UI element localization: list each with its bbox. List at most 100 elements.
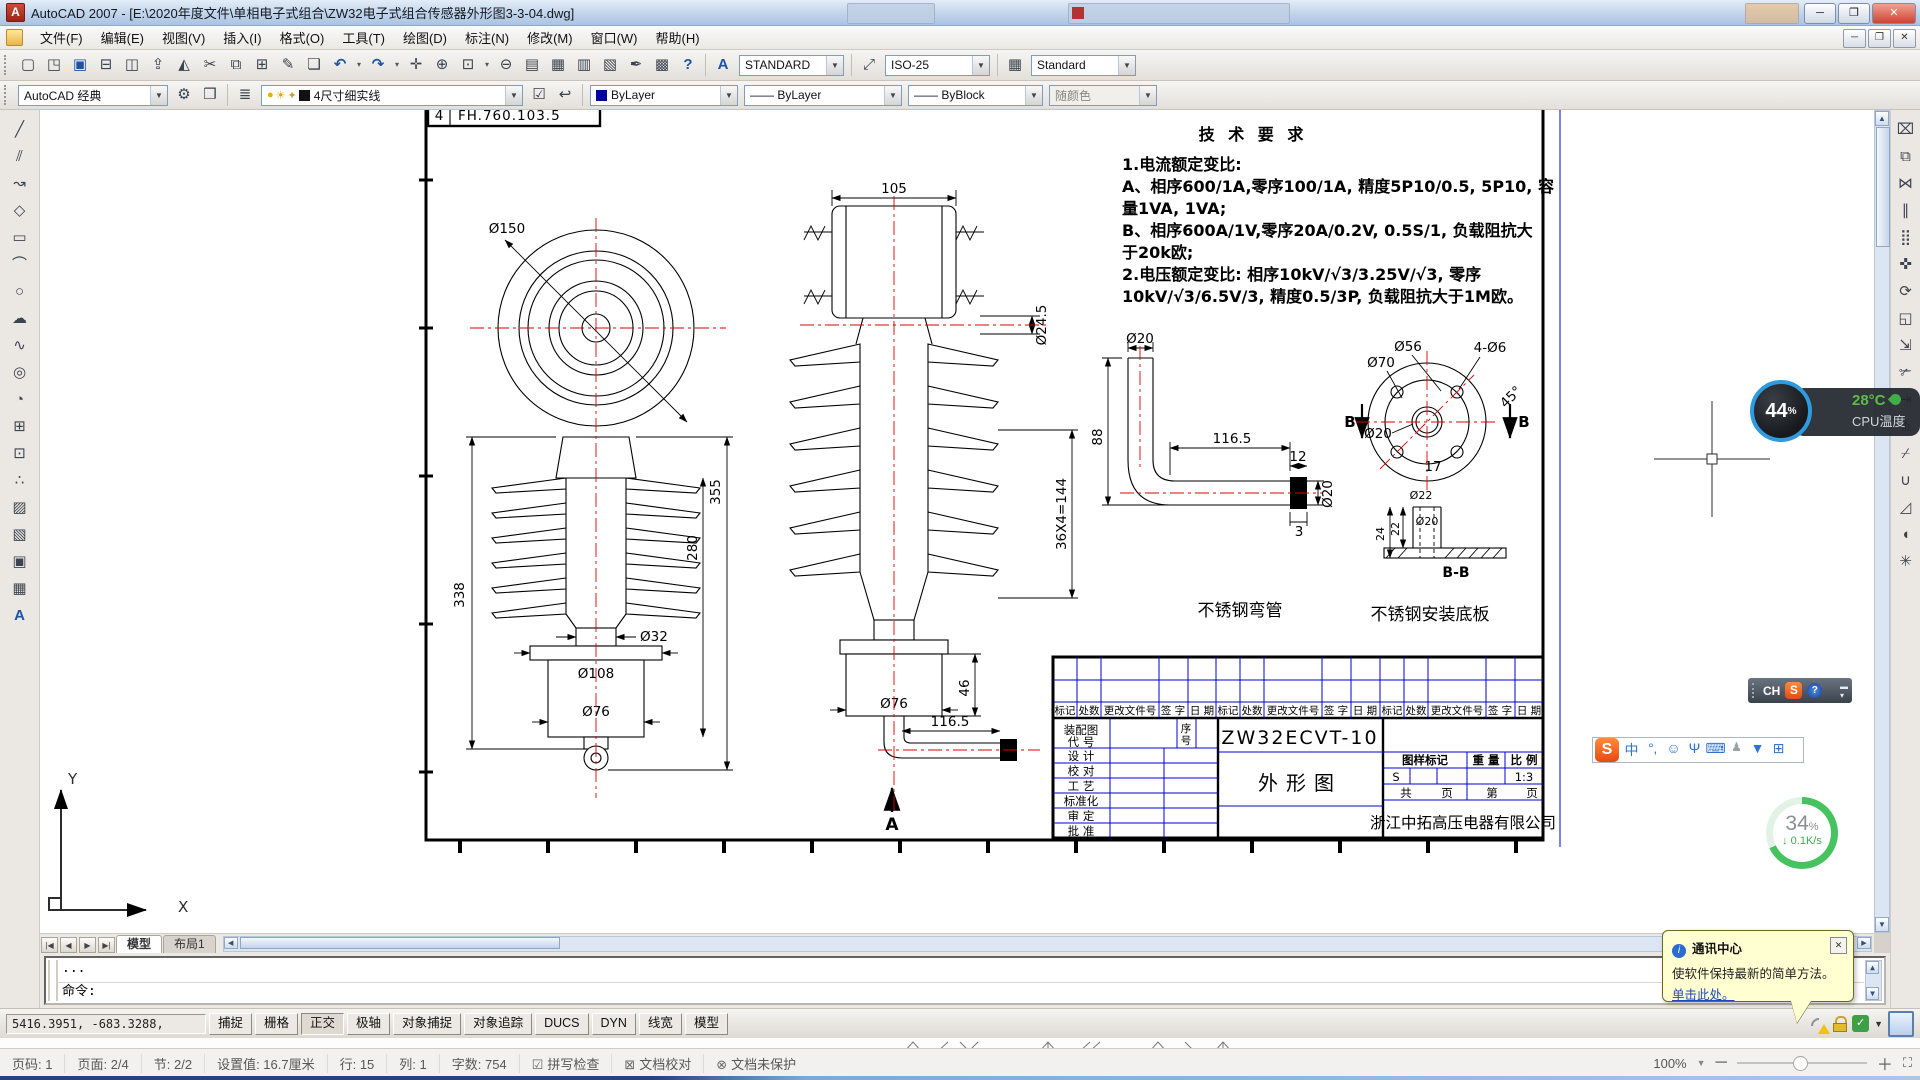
menu-item[interactable]: 修改(M) — [518, 25, 582, 50]
construction-line-icon[interactable]: ⫽ — [6, 143, 34, 170]
balloon-close-button[interactable]: ✕ — [1830, 937, 1847, 954]
chevron-down-icon[interactable]: ▼ — [720, 86, 737, 105]
layer-on-icon[interactable]: ● — [267, 89, 274, 101]
snap-toggle[interactable]: 捕捉 — [209, 1013, 252, 1035]
ellipse-arc-icon[interactable]: ◔ — [6, 386, 34, 413]
command-input-area[interactable]: ... 命令: ▲ ▼ — [44, 956, 1886, 1005]
polar-toggle[interactable]: 极轴 — [347, 1013, 390, 1035]
sheet-set-manager-icon[interactable]: ▧ — [597, 53, 623, 77]
workspace-combo[interactable]: AutoCAD 经典▼ — [18, 85, 168, 106]
wps-status-item[interactable]: 行: 15 — [328, 1054, 388, 1073]
zoom-previous-icon[interactable]: ⊖ — [493, 53, 519, 77]
menu-item[interactable]: 工具(T) — [333, 25, 394, 50]
copy-icon[interactable]: ⧉ — [1893, 143, 1919, 170]
tab-layout1[interactable]: 布局1 — [163, 935, 216, 954]
insert-block-icon[interactable]: ⊞ — [6, 413, 34, 440]
wps-status-item[interactable]: 设置值: 16.7厘米 — [205, 1054, 328, 1073]
zoom-dropdown-icon[interactable]: ▼ — [1697, 1058, 1706, 1068]
paste-icon[interactable]: ⊞ — [249, 53, 275, 77]
sogou-skin-icon[interactable]: ▼ — [1747, 740, 1768, 760]
doc-proof-item[interactable]: ⊠文档校对 — [612, 1054, 704, 1073]
zoom-in-button[interactable]: ＋ — [1877, 1051, 1893, 1075]
toolbar-grip[interactable] — [4, 55, 11, 75]
polygon-icon[interactable]: ◇ — [6, 197, 34, 224]
3d-dwf-icon[interactable]: ◭ — [171, 53, 197, 77]
cpu-usage-ball[interactable]: 44% — [1750, 380, 1812, 442]
undo-icon[interactable]: ↶ — [327, 53, 353, 77]
tool-palettes-icon[interactable]: ▥ — [571, 53, 597, 77]
drawing-canvas[interactable]: .ln{stroke:#000;fill:none;stroke-width:1… — [40, 110, 1874, 933]
menu-item[interactable]: 插入(I) — [214, 25, 270, 50]
osnap-toggle[interactable]: 对象捕捉 — [393, 1013, 461, 1035]
erase-icon[interactable]: ⌧ — [1893, 116, 1919, 143]
pan-icon[interactable]: ✛ — [403, 53, 429, 77]
ime-help-icon[interactable]: ? — [1807, 683, 1822, 698]
zoom-slider-thumb[interactable] — [1793, 1056, 1808, 1071]
zoom-slider[interactable] — [1737, 1062, 1867, 1064]
child-restore-button[interactable]: ❐ — [1868, 29, 1891, 48]
design-center-icon[interactable]: ▦ — [545, 53, 571, 77]
mirror-icon[interactable]: ⋈ — [1893, 170, 1919, 197]
zoom-out-button[interactable]: ─ — [1716, 1054, 1727, 1072]
qnew-icon[interactable]: ▢ — [15, 53, 41, 77]
language-indicator[interactable]: CH — [1763, 684, 1780, 698]
multiline-text-icon[interactable]: A — [6, 602, 34, 629]
child-close-button[interactable]: ✕ — [1893, 29, 1916, 48]
undo-dropdown-icon[interactable]: ▾ — [353, 53, 365, 77]
balloon-link[interactable]: 单击此处。 — [1672, 984, 1735, 1003]
tab-model[interactable]: 模型 — [116, 935, 162, 954]
menu-item[interactable]: 视图(V) — [153, 25, 214, 50]
region-icon[interactable]: ▣ — [6, 548, 34, 575]
maximize-button[interactable]: ❐ — [1838, 3, 1870, 24]
stretch-icon[interactable]: ⇲ — [1893, 332, 1919, 359]
scroll-down-arrow[interactable]: ▼ — [1875, 917, 1889, 932]
chevron-down-icon[interactable]: ▼ — [1025, 86, 1042, 105]
network-speed-ball[interactable]: 34% ↓ 0.1K/s — [1766, 797, 1838, 869]
spline-icon[interactable]: ∿ — [6, 332, 34, 359]
clean-screen-button[interactable] — [1888, 1011, 1914, 1037]
grid-toggle[interactable]: 栅格 — [255, 1013, 298, 1035]
properties-icon[interactable]: ▤ — [519, 53, 545, 77]
table-icon[interactable]: ▦ — [6, 575, 34, 602]
menu-item[interactable]: 窗口(W) — [582, 25, 647, 50]
toolbar-lock-icon[interactable] — [1833, 1015, 1847, 1033]
trim-icon[interactable]: ✃ — [1893, 359, 1919, 386]
language-bar-grip[interactable] — [1752, 683, 1758, 698]
sogou-emoticon-icon[interactable]: ☺ — [1663, 740, 1684, 760]
wps-status-item[interactable]: 字数: 754 — [440, 1054, 520, 1073]
minimize-button[interactable]: ─ — [1804, 3, 1836, 24]
scroll-up-arrow[interactable]: ▲ — [1866, 961, 1879, 974]
menu-item[interactable]: 标注(N) — [456, 25, 518, 50]
scroll-down-arrow[interactable]: ▼ — [1866, 987, 1879, 1000]
lineweight-toggle[interactable]: 线宽 — [639, 1013, 682, 1035]
fillet-icon[interactable]: ◖ — [1893, 521, 1919, 548]
open-icon[interactable]: ◳ — [41, 53, 67, 77]
chevron-down-icon[interactable]: ▼ — [505, 86, 522, 105]
wps-status-item[interactable]: 页面: 2/4 — [65, 1054, 141, 1073]
command-scrollbar[interactable]: ▲ ▼ — [1865, 960, 1882, 1001]
chevron-down-icon[interactable]: ▼ — [884, 86, 901, 105]
ortho-toggle[interactable]: 正交 — [301, 1013, 344, 1035]
layer-combo[interactable]: ● ☀ ✦ 4尺寸细实线▼ — [261, 85, 523, 106]
linetype-combo[interactable]: —— ByLayer▼ — [744, 85, 902, 106]
hatch-icon[interactable]: ▨ — [6, 494, 34, 521]
sogou-account-icon[interactable]: ♟ — [1726, 740, 1747, 760]
copy-clip-icon[interactable]: ⧉ — [223, 53, 249, 77]
block-editor-icon[interactable]: ❏ — [301, 53, 327, 77]
plot-icon[interactable]: ⊟ — [93, 53, 119, 77]
move-icon[interactable]: ✜ — [1893, 251, 1919, 278]
menu-item[interactable]: 格式(O) — [271, 25, 334, 50]
sogou-chinese-icon[interactable]: 中 — [1621, 740, 1642, 760]
associated-standards-icon[interactable]: ✓ — [1852, 1015, 1869, 1032]
chevron-down-icon[interactable]: ▼ — [150, 86, 167, 105]
arc-icon[interactable]: ⌒ — [6, 251, 34, 278]
save-icon[interactable]: ▣ — [67, 53, 93, 77]
ducs-toggle[interactable]: DUCS — [535, 1013, 588, 1035]
plot-preview-icon[interactable]: ◫ — [119, 53, 145, 77]
redo-dropdown-icon[interactable]: ▾ — [391, 53, 403, 77]
chamfer-icon[interactable]: ◿ — [1893, 494, 1919, 521]
scale-icon[interactable]: ◱ — [1893, 305, 1919, 332]
table-style-icon[interactable]: ▦ — [1002, 53, 1028, 77]
chevron-down-icon[interactable]: ▼ — [972, 56, 989, 75]
revision-cloud-icon[interactable]: ☁ — [6, 305, 34, 332]
